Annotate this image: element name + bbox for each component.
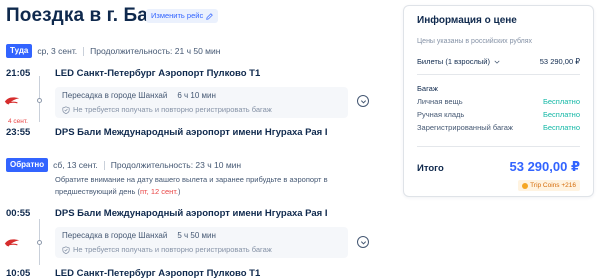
divider	[103, 160, 105, 170]
outbound-badge: Туда	[6, 44, 33, 58]
return-notice-date: пт, 12 сент.	[140, 187, 179, 196]
baggage-item-value: Бесплатно	[542, 97, 580, 106]
return-expand-button[interactable]	[357, 236, 369, 248]
airline-logo-icon	[4, 239, 20, 247]
return-badge: Обратно	[6, 158, 49, 172]
outbound-expand-button[interactable]	[357, 95, 369, 107]
timeline-dot	[37, 240, 42, 245]
total-label: Итого	[417, 163, 444, 174]
tickets-price: 53 290,00 ₽	[539, 57, 580, 66]
price-panel-subtitle: Цены указаны в российских рублях	[417, 38, 533, 45]
edit-flight-label: Изменить рейс	[151, 11, 204, 20]
return-notice: Обратите внимание на дату вашего вылета …	[55, 174, 385, 198]
outbound-duration: Продолжительность: 21 ч 50 мин	[90, 46, 221, 56]
return-transfer-city: Пересадка в городе Шанхай	[62, 231, 168, 240]
return-notice-text: Обратите внимание на дату вашего вылета …	[55, 175, 328, 196]
timeline-dot	[37, 98, 42, 103]
outbound-date: ср, 3 сент.	[37, 46, 78, 56]
return-header: Обратно сб, 13 сент. Продолжительность: …	[6, 158, 241, 172]
trip-coins-badge: Trip Coins +216	[518, 180, 580, 191]
divider	[417, 146, 580, 147]
pencil-icon	[206, 12, 213, 20]
outbound-depart-time: 21:05	[6, 68, 31, 79]
return-transfer-box: Пересадка в городе Шанхай 5 ч 50 мин Не …	[55, 227, 348, 258]
baggage-heading: Багаж	[417, 84, 438, 93]
edit-flight-button[interactable]: Изменить рейс	[146, 9, 219, 23]
baggage-item-label: Зарегистрированный багаж	[417, 123, 513, 132]
baggage-row: Ручная кладь Бесплатно	[417, 110, 580, 119]
price-info-panel: Информация о цене Цены указаны в российс…	[403, 5, 594, 197]
return-depart-time: 00:55	[6, 208, 31, 219]
outbound-arrive-day-note: 4 сент.	[8, 118, 28, 125]
total-price: 53 290,00 ₽	[509, 159, 581, 174]
trip-coins-label: Trip Coins +216	[530, 182, 576, 189]
return-baggage-note: Не требуется получать и повторно регистр…	[73, 245, 272, 254]
outbound-arrive-time: 23:55	[6, 127, 31, 138]
outbound-depart-airport: LED Санкт-Петербург Аэропорт Пулково T1	[55, 68, 261, 79]
return-arrive-airport: LED Санкт-Петербург Аэропорт Пулково T1	[55, 268, 261, 278]
return-date: сб, 13 сент.	[53, 160, 98, 170]
return-transfer-duration: 5 ч 50 мин	[177, 231, 216, 240]
chevron-down-icon	[360, 240, 366, 244]
return-notice-end: )	[178, 187, 181, 196]
chevron-down-icon	[494, 60, 500, 64]
shield-check-icon	[62, 245, 70, 254]
airline-logo-icon	[4, 97, 20, 105]
price-panel-title: Информация о цене	[417, 15, 517, 26]
outbound-header: Туда ср, 3 сент. Продолжительность: 21 ч…	[6, 44, 220, 58]
outbound-transfer-city: Пересадка в городе Шанхай	[62, 91, 168, 100]
baggage-row: Зарегистрированный багаж Бесплатно	[417, 123, 580, 132]
divider	[417, 74, 580, 75]
baggage-row: Личная вещь Бесплатно	[417, 97, 580, 106]
baggage-item-label: Личная вещь	[417, 97, 463, 106]
return-arrive-time: 10:05	[6, 268, 31, 278]
divider	[83, 46, 85, 56]
outbound-transfer-duration: 6 ч 10 мин	[177, 91, 216, 100]
coin-icon	[522, 182, 529, 189]
baggage-item-label: Ручная кладь	[417, 110, 465, 119]
outbound-baggage-note: Не требуется получать и повторно регистр…	[73, 105, 272, 114]
return-depart-airport: DPS Бали Международный аэропорт имени Нг…	[55, 208, 328, 219]
chevron-down-icon	[360, 99, 366, 103]
tickets-label: Билеты (1 взрослый)	[417, 57, 490, 66]
return-duration: Продолжительность: 23 ч 10 мин	[110, 160, 242, 170]
outbound-arrive-airport: DPS Бали Международный аэропорт имени Нг…	[55, 127, 328, 138]
tickets-row[interactable]: Билеты (1 взрослый) 53 290,00 ₽	[417, 57, 580, 66]
baggage-item-value: Бесплатно	[542, 110, 580, 119]
outbound-transfer-box: Пересадка в городе Шанхай 6 ч 10 мин Не …	[55, 87, 348, 118]
shield-check-icon	[62, 105, 70, 114]
baggage-item-value: Бесплатно	[542, 123, 580, 132]
